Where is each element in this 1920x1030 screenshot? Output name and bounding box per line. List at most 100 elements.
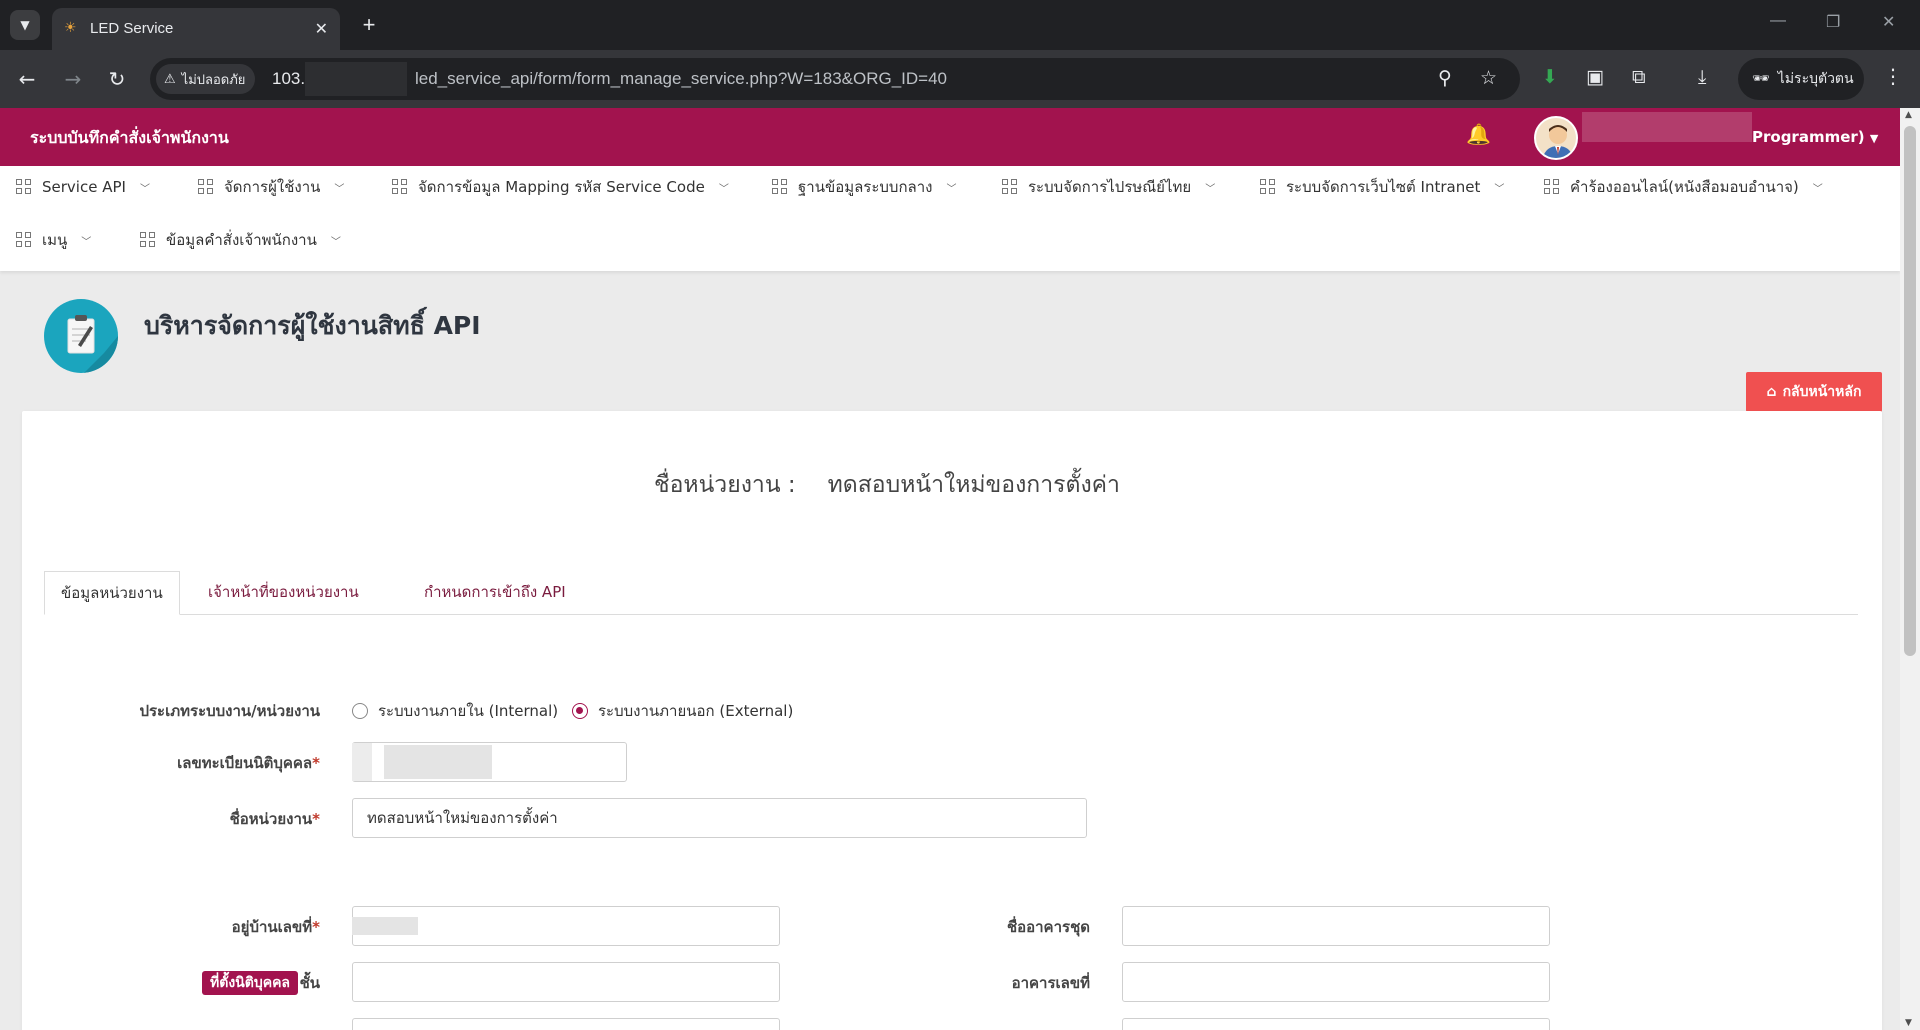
url-host: 103. — [272, 69, 306, 88]
system-type-label: ประเภทระบบงาน/หน่วยงาน — [139, 702, 320, 720]
browser-tab[interactable]: ☀ LED Service ✕ — [52, 8, 340, 50]
tab-org-info[interactable]: ข้อมูลหน่วยงาน — [44, 571, 180, 615]
menu-label: ฐานข้อมูลระบบกลาง — [798, 178, 933, 196]
scroll-thumb[interactable] — [1904, 126, 1916, 656]
next-left-input[interactable] — [352, 1018, 780, 1030]
radio-circle-selected[interactable] — [572, 703, 588, 719]
tab-favicon-icon: ☀ — [64, 20, 77, 36]
radio-internal-label: ระบบงานภายใน (Internal) — [378, 702, 559, 720]
building-name-label: ชื่ออาคารชุด — [1006, 918, 1090, 936]
grid-icon — [1260, 179, 1276, 195]
building-no-input[interactable] — [1122, 962, 1550, 1002]
menu-central-database[interactable]: ฐานข้อมูลระบบกลาง ﹀ — [772, 172, 956, 202]
menu-intranet[interactable]: ระบบจัดการเว็บไซต์ Intranet ﹀ — [1260, 172, 1504, 202]
tab-api-access[interactable]: กำหนดการเข้าถึง API — [408, 571, 582, 615]
notification-bell-icon[interactable]: 🔔 — [1466, 122, 1491, 146]
required-mark: * — [312, 810, 320, 828]
menu-mapping-service-code[interactable]: จัดการข้อมูล Mapping รหัส Service Code ﹀ — [392, 172, 729, 202]
content-card: ชื่อหน่วยงาน : ทดสอบหน้าใหม่ของการตั้งค่… — [22, 411, 1882, 1030]
redacted-juristic-id-2 — [384, 745, 492, 779]
tab-search-chevron-icon[interactable]: ▼ — [10, 10, 40, 40]
reload-icon[interactable]: ↻ — [102, 64, 132, 94]
org-value: ทดสอบหน้าใหม่ของการตั้งค่า — [827, 472, 1120, 498]
restore-icon[interactable]: ❐ — [1826, 12, 1840, 32]
menu-officer-orders[interactable]: ข้อมูลคำสั่งเจ้าพนักงาน ﹀ — [140, 225, 341, 255]
chevron-down-icon: ﹀ — [946, 183, 957, 195]
close-window-icon[interactable]: ✕ — [1882, 12, 1895, 32]
menu-service-api[interactable]: Service API ﹀ — [16, 172, 150, 202]
radio-internal[interactable]: ระบบงานภายใน (Internal) — [352, 699, 558, 723]
bookmark-star-icon[interactable]: ☆ — [1480, 67, 1497, 89]
menu-thailand-post[interactable]: ระบบจัดการไปรษณีย์ไทย ﹀ — [1002, 172, 1215, 202]
chevron-down-icon: ﹀ — [718, 183, 729, 195]
page-scrollbar[interactable]: ▲ ▼ — [1900, 108, 1920, 1030]
org-name-input[interactable]: ทดสอบหน้าใหม่ของการตั้งค่า — [352, 798, 1087, 838]
radio-circle[interactable] — [352, 703, 368, 719]
app-title: ระบบบันทึกคำสั่งเจ้าพนักงาน — [30, 128, 229, 147]
grid-icon — [392, 179, 408, 195]
user-role-label: Programmer) — [1752, 128, 1865, 146]
building-name-input[interactable] — [1122, 906, 1550, 946]
main-menu: Service API ﹀ จัดการผู้ใช้งาน ﹀ จัดการข้… — [0, 166, 1900, 271]
page-title: บริหารจัดการผู้ใช้งานสิทธิ์ API — [144, 311, 481, 340]
grid-icon — [16, 232, 32, 248]
house-no-label: อยู่บ้านเลขที่* — [102, 915, 320, 939]
redacted-house-no — [352, 917, 418, 935]
radio-external[interactable]: ระบบงานภายนอก (External) — [572, 699, 793, 723]
floor-input[interactable] — [352, 962, 780, 1002]
juristic-id-label-text: เลขทะเบียนนิติบุคคล — [177, 754, 313, 772]
minimize-icon[interactable]: — — [1770, 12, 1786, 30]
chevron-down-icon: ▼ — [1869, 132, 1879, 145]
tab-close-icon[interactable]: ✕ — [315, 17, 328, 41]
extensions-puzzle-icon[interactable]: ⧉ — [1632, 66, 1646, 88]
scroll-down-icon[interactable]: ▼ — [1905, 1018, 1912, 1028]
browser-toolbar: ← → ↻ ⚠ ไม่ปลอดภัย 103. led_service_api/… — [0, 50, 1920, 108]
scroll-up-icon[interactable]: ▲ — [1905, 110, 1912, 120]
home-button[interactable]: ⌂ กลับหน้าหลัก — [1746, 372, 1882, 412]
address-bar[interactable]: ⚠ ไม่ปลอดภัย 103. led_service_api/form/f… — [150, 58, 1520, 100]
radio-external-label: ระบบงานภายนอก (External) — [598, 702, 794, 720]
grid-icon — [772, 179, 788, 195]
home-icon: ⌂ — [1766, 384, 1777, 400]
juristic-id-label: เลขทะเบียนนิติบุคคล* — [102, 751, 320, 775]
grid-icon — [198, 179, 214, 195]
zoom-icon[interactable]: ⚲ — [1438, 67, 1452, 89]
chevron-down-icon: ﹀ — [1812, 183, 1823, 195]
grid-icon — [1544, 179, 1560, 195]
menu-label: จัดการข้อมูล Mapping รหัส Service Code — [418, 178, 705, 196]
menu-label: ระบบจัดการเว็บไซต์ Intranet — [1286, 178, 1481, 196]
org-label: ชื่อหน่วยงาน : — [654, 472, 796, 498]
chevron-down-icon: ﹀ — [81, 236, 92, 248]
menu-main[interactable]: เมนู ﹀ — [16, 225, 91, 255]
back-arrow-icon[interactable]: ← — [12, 64, 42, 94]
home-button-label: กลับหน้าหลัก — [1782, 384, 1862, 400]
app-header: ระบบบันทึกคำสั่งเจ้าพนักงาน 🔔 Programmer… — [0, 108, 1900, 166]
security-chip[interactable]: ⚠ ไม่ปลอดภัย — [156, 64, 256, 94]
user-menu-toggle[interactable]: Programmer) ▼ — [1752, 128, 1878, 146]
floor-label: ชั้น — [299, 974, 320, 992]
chevron-down-icon: ﹀ — [139, 183, 150, 195]
chevron-down-icon: ﹀ — [1205, 183, 1216, 195]
menu-online-requests[interactable]: คำร้องออนไลน์(หนังสือมอบอำนาจ) ﹀ — [1544, 172, 1823, 202]
downloads-icon[interactable]: ⤓ — [1698, 66, 1706, 88]
menu-label: เมนู — [42, 231, 68, 249]
page-notepad-icon — [44, 299, 118, 373]
user-avatar[interactable] — [1534, 116, 1578, 160]
incognito-profile-chip[interactable]: 🕶 ไม่ระบุตัวตน — [1738, 58, 1864, 100]
grid-icon — [1002, 179, 1018, 195]
menu-user-management[interactable]: จัดการผู้ใช้งาน ﹀ — [198, 172, 344, 202]
tab-org-staff[interactable]: เจ้าหน้าที่ของหน่วยงาน — [192, 571, 375, 615]
menu-label: ข้อมูลคำสั่งเจ้าพนักงาน — [166, 231, 317, 249]
forward-arrow-icon[interactable]: → — [58, 64, 88, 94]
menu-label: ระบบจัดการไปรษณีย์ไทย — [1028, 178, 1192, 196]
chevron-down-icon: ﹀ — [334, 183, 345, 195]
cast-icon[interactable]: ▣ — [1586, 66, 1604, 88]
profile-label: ไม่ระบุตัวตน — [1777, 71, 1854, 87]
org-name-value: ทดสอบหน้าใหม่ของการตั้งค่า — [367, 809, 558, 827]
menu-label: คำร้องออนไลน์(หนังสือมอบอำนาจ) — [1570, 178, 1799, 196]
new-tab-button[interactable]: + — [354, 10, 384, 40]
extension-download-icon[interactable]: ⬇ — [1542, 66, 1558, 88]
tab-title: LED Service — [90, 20, 174, 37]
browser-menu-icon[interactable]: ⋮ — [1883, 64, 1903, 88]
next-right-input[interactable] — [1122, 1018, 1550, 1030]
